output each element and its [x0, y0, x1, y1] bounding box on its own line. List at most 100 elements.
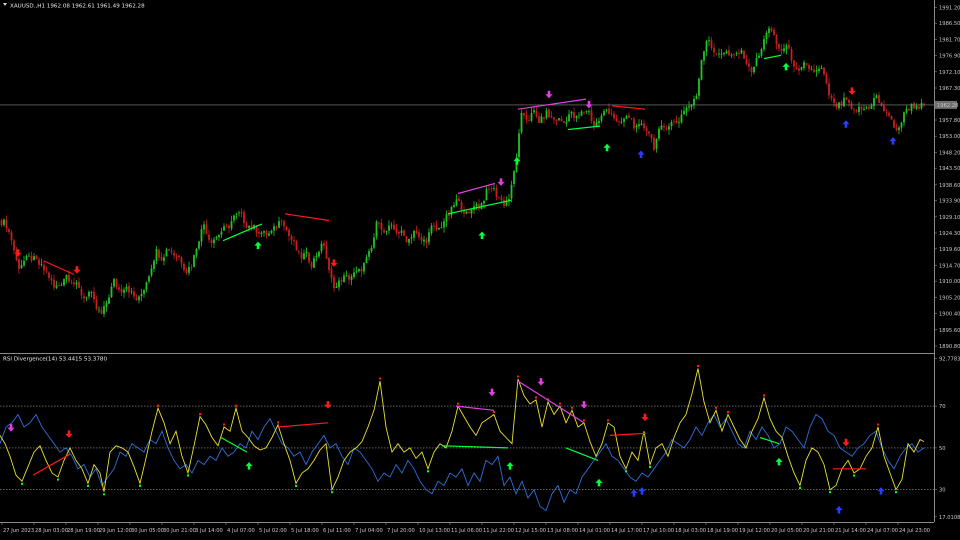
candle-body — [883, 105, 885, 112]
rsi-trough-dot — [853, 474, 855, 477]
candle-body — [440, 227, 443, 229]
price-tick-label: 1976.90 — [939, 54, 960, 60]
candle-body — [653, 137, 655, 150]
rsi-peak-dot — [559, 402, 561, 405]
candle[interactable] — [845, 96, 848, 101]
candle[interactable] — [518, 128, 520, 161]
candle-body — [580, 111, 583, 116]
candle-body — [905, 109, 908, 113]
time-tick-label: 11 Jul 06:00 — [451, 528, 482, 534]
candle-body — [475, 204, 478, 207]
price-tick-label: 1890.80 — [939, 344, 960, 350]
candle-body — [518, 133, 520, 158]
candle[interactable] — [295, 239, 298, 251]
candle-body — [33, 256, 35, 260]
candle-body — [205, 224, 208, 234]
candle-body — [28, 255, 30, 257]
candle-body — [713, 47, 715, 53]
candle-body — [923, 103, 925, 105]
rsi-trough-dot — [57, 478, 59, 481]
candle-body — [785, 45, 788, 50]
time-tick-label: 28 Jun 03:00 — [35, 528, 68, 534]
candle-body — [753, 66, 755, 73]
candle-body — [13, 240, 15, 250]
candle-body — [225, 225, 228, 227]
candle-body — [190, 267, 193, 268]
candle-body — [608, 108, 610, 114]
candle-body — [718, 53, 720, 55]
rsi-peak-dot — [379, 377, 381, 380]
rsi-peak-dot — [583, 419, 585, 422]
candle-body — [5, 219, 8, 229]
price-tick-label: 1957.80 — [939, 118, 960, 124]
candle-body — [378, 222, 380, 224]
trading-chart[interactable]: 1962.28 1991.20 1986.50 1981.70 1976.90 1972… — [0, 0, 960, 540]
candle[interactable] — [480, 202, 483, 210]
candle-body — [373, 237, 375, 248]
candle-body — [823, 67, 825, 75]
candle-body — [860, 106, 863, 110]
candle[interactable] — [375, 220, 378, 240]
symbol-header: XAUUSD.,H1 1962.08 1962.61 1961.49 1962.… — [10, 4, 145, 10]
candle-body — [128, 285, 130, 293]
candle-body — [78, 281, 80, 288]
candle[interactable] — [403, 229, 405, 237]
rsi-peak-dot — [457, 402, 459, 405]
price-tick-label: 1933.90 — [939, 199, 960, 205]
candle-body — [643, 123, 645, 129]
candle-body — [585, 111, 588, 112]
candle-body — [90, 292, 93, 293]
candle-body — [453, 205, 455, 207]
candle-body — [458, 198, 460, 202]
candle-body — [610, 113, 613, 114]
candle-body — [555, 119, 558, 121]
candle-body — [148, 276, 150, 282]
candle-body — [370, 247, 373, 252]
candle-body — [408, 238, 410, 243]
candle-body — [728, 50, 730, 56]
candle-body — [755, 58, 758, 66]
candle-body — [530, 113, 533, 121]
candle-body — [605, 109, 608, 111]
candle-body — [723, 52, 725, 55]
indicator-header: RSI Divergence(14) 53.4415 53.3780 — [3, 357, 107, 363]
candle-body — [448, 214, 450, 216]
candle-body — [305, 251, 308, 254]
candle[interactable] — [700, 59, 703, 81]
candle-body — [125, 286, 128, 290]
candle-body — [705, 41, 708, 52]
candle-body — [115, 279, 118, 287]
price-tick-label: 1929.10 — [939, 215, 960, 221]
candle[interactable] — [35, 255, 38, 260]
rsi-peak-dot — [199, 413, 201, 416]
candle-body — [0, 220, 3, 226]
candle-body — [598, 121, 600, 124]
candle-body — [10, 232, 13, 241]
candle-body — [850, 102, 853, 109]
candle-body — [640, 123, 643, 125]
candle-body — [863, 109, 865, 111]
candle[interactable] — [193, 254, 195, 268]
candle-body — [528, 120, 530, 121]
candle[interactable] — [825, 72, 828, 85]
candle-body — [173, 252, 175, 256]
candle-body — [443, 221, 445, 228]
candle-body — [150, 268, 153, 276]
time-tick-label: 24 Jul 07:00 — [867, 528, 898, 534]
candle-body — [740, 50, 743, 54]
candle-body — [750, 67, 753, 73]
candle-body — [793, 60, 795, 67]
candle-body — [745, 59, 748, 64]
candle-body — [810, 68, 813, 70]
rsi-trough-dot — [139, 484, 141, 487]
candle-body — [48, 272, 50, 278]
candle-body — [885, 112, 888, 113]
candle-body — [85, 297, 88, 299]
candle[interactable] — [520, 109, 523, 135]
candle-body — [308, 252, 310, 263]
rsi-peak-dot — [277, 421, 279, 424]
candle[interactable] — [405, 235, 408, 243]
candle-body — [343, 275, 345, 283]
candle-body — [648, 131, 650, 134]
candle-body — [155, 249, 158, 261]
